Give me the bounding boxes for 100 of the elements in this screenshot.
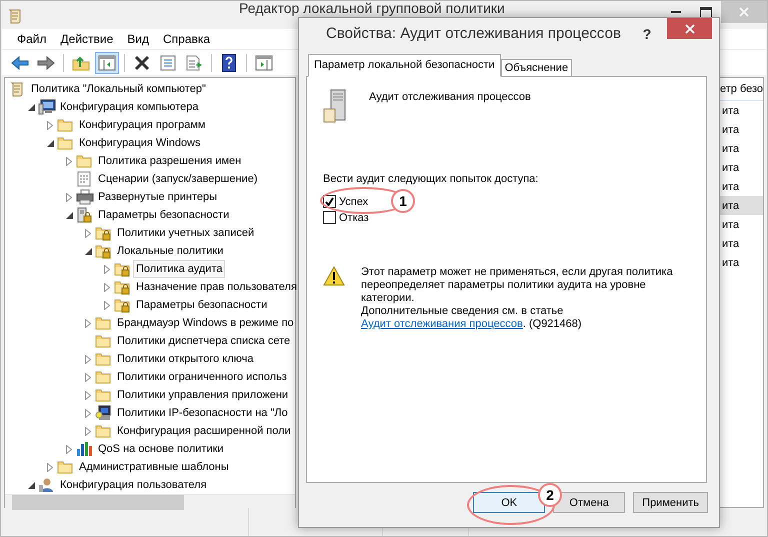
collapsed-arrow-icon[interactable] [66, 156, 72, 166]
expanded-arrow-icon[interactable] [66, 212, 72, 218]
collapsed-arrow-icon[interactable] [104, 300, 110, 310]
tree-item[interactable]: QoS на основе политики [95, 440, 227, 458]
tree-item[interactable]: Конфигурация расширенной поли [114, 422, 294, 440]
menu-item[interactable]: Справка [156, 32, 218, 46]
server-icon [323, 89, 347, 123]
computer-icon [38, 99, 56, 115]
tree-item[interactable]: Конфигурация компьютера [57, 98, 202, 116]
forward-arrow-icon [37, 56, 55, 70]
callout-number: 1 [391, 189, 415, 213]
tab[interactable]: Параметр локальной безопасности [308, 54, 501, 77]
tree-item[interactable]: Брандмауэр Windows в режиме по [114, 314, 297, 332]
tree-item[interactable]: Параметры безопасности [95, 206, 232, 224]
computer-key-icon [95, 405, 111, 421]
locked-folder-icon [95, 225, 111, 241]
menu-item[interactable]: Действие [54, 32, 120, 46]
tree-item[interactable]: Политики ограниченного использ [114, 368, 290, 386]
collapsed-arrow-icon[interactable] [85, 372, 91, 382]
tree-item[interactable]: Политика аудита [133, 260, 226, 278]
folder-up-icon [72, 54, 90, 70]
collapsed-arrow-icon[interactable] [85, 408, 91, 418]
checkbox-label: Успех [339, 196, 368, 208]
locked-folder-icon [114, 261, 130, 277]
checkbox-label: Отказ [339, 212, 369, 224]
horizontal-scrollbar[interactable] [5, 494, 295, 510]
folder-icon [95, 333, 111, 349]
folder-icon [95, 423, 111, 439]
dialog-button[interactable]: Отмена [553, 492, 626, 513]
dialog-button[interactable]: Применить [633, 492, 708, 513]
tree-item[interactable]: Политики диспетчера списка сете [114, 332, 294, 350]
tree-item[interactable]: Политика "Локальный компьютер" [28, 80, 209, 98]
folder-icon [95, 369, 111, 385]
menu-item[interactable]: Файл [10, 32, 54, 46]
collapsed-arrow-icon[interactable] [85, 390, 91, 400]
audit-label: Вести аудит следующих попыток доступа: [323, 173, 540, 185]
user-icon [38, 477, 54, 493]
collapsed-arrow-icon[interactable] [66, 444, 72, 454]
tree-item[interactable]: Политики открытого ключа [114, 350, 256, 368]
expanded-arrow-icon[interactable] [84, 248, 92, 254]
tree-item[interactable]: Параметры безопасности [133, 296, 270, 314]
close-icon [684, 24, 694, 34]
folder-icon [95, 351, 111, 367]
expanded-arrow-icon[interactable] [28, 482, 34, 488]
collapsed-arrow-icon[interactable] [104, 282, 110, 292]
folder-icon [57, 117, 73, 133]
server-lock-icon [76, 207, 92, 223]
dialog-button[interactable]: OK [473, 492, 546, 513]
collapsed-arrow-icon[interactable] [85, 426, 91, 436]
tree-item[interactable]: Конфигурация программ [76, 116, 208, 134]
tree-item[interactable]: Политика разрешения имен [95, 152, 244, 170]
collapsed-arrow-icon[interactable] [85, 228, 91, 238]
checkbox[interactable] [323, 195, 336, 208]
tree-item[interactable]: Политики управления приложени [114, 386, 292, 404]
export-list-icon [185, 54, 203, 70]
locked-folder-icon [95, 243, 111, 259]
column-header[interactable]: етр безо [720, 83, 764, 95]
checkbox[interactable] [323, 211, 336, 224]
collapsed-arrow-icon[interactable] [85, 354, 91, 364]
show-tree-icon [98, 54, 116, 70]
tree-item[interactable]: Политики учетных записей [114, 224, 258, 242]
show-action-pane-icon [255, 54, 273, 70]
folder-icon [57, 135, 73, 151]
folder-icon [57, 459, 73, 475]
folder-icon [95, 387, 111, 403]
toolbar-button[interactable] [95, 52, 119, 74]
dialog-title: Свойства: Аудит отслеживания процессов [325, 25, 621, 42]
tree-item[interactable]: Административные шаблоны [76, 458, 232, 476]
properties-icon [160, 54, 176, 70]
tree-item[interactable]: Назначение прав пользователя [133, 278, 300, 296]
close-button[interactable] [667, 18, 712, 39]
expanded-arrow-icon[interactable] [46, 140, 54, 146]
tree-item[interactable]: Политики IP-безопасности на "Ло [114, 404, 291, 422]
tree-item[interactable]: Локальные политики [114, 242, 226, 260]
menu-item[interactable]: Вид [120, 32, 156, 46]
script-icon [76, 171, 92, 187]
tree-item[interactable]: Конфигурация пользователя [57, 476, 210, 494]
maximize-icon[interactable] [700, 6, 712, 18]
tree-item[interactable]: Сценарии (запуск/завершение) [95, 170, 260, 188]
collapsed-arrow-icon[interactable] [85, 318, 91, 328]
collapsed-arrow-icon[interactable] [66, 192, 72, 202]
check-icon [325, 197, 334, 206]
collapsed-arrow-icon[interactable] [104, 264, 110, 274]
tree-item[interactable]: Развернутые принтеры [95, 188, 220, 206]
warning-icon [323, 266, 345, 286]
warning-text: Этот параметр может не применяться, если другая политика переопределяет параметры политики аудита на уровне категории. [361, 266, 674, 305]
tree-item[interactable]: Конфигурация Windows [76, 134, 204, 152]
back-arrow-icon [11, 56, 29, 70]
article-link[interactable]: Аудит отслеживания процессов [361, 318, 523, 330]
collapsed-arrow-icon[interactable] [47, 462, 53, 472]
folder-icon [76, 153, 92, 169]
help-icon [222, 54, 236, 72]
tab[interactable]: Объяснение [500, 59, 572, 77]
scroll-icon [7, 8, 23, 24]
list-row[interactable]: ита [719, 196, 763, 215]
help-button[interactable]: ? [633, 26, 661, 42]
collapsed-arrow-icon[interactable] [47, 120, 53, 130]
delete-icon [134, 54, 150, 70]
expanded-arrow-icon[interactable] [28, 104, 34, 110]
bar-chart-icon [76, 441, 94, 457]
